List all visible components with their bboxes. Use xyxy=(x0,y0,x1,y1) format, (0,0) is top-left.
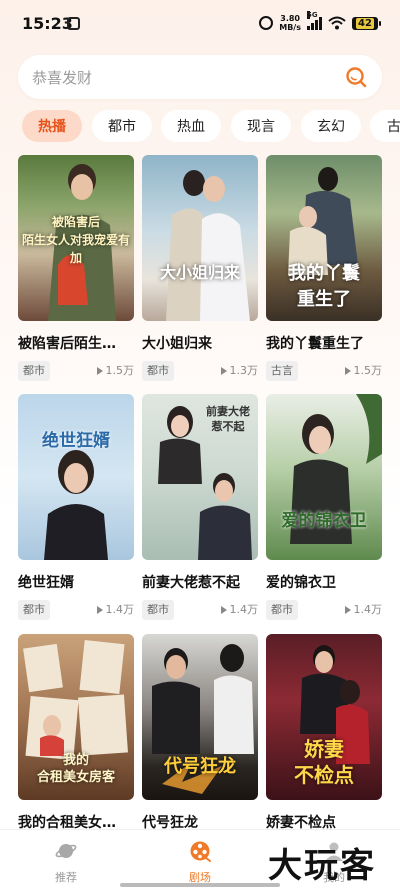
poster-title: 娇妻 不检点 xyxy=(294,737,354,787)
nav-label: 推荐 xyxy=(55,871,77,884)
play-icon xyxy=(344,606,351,614)
poster-title: 大小姐归来 xyxy=(159,263,240,282)
play-count: 1.5万 xyxy=(96,361,135,381)
genre-tag: 古言 xyxy=(266,361,298,381)
drama-poster[interactable]: 爱的锦衣卫 xyxy=(266,394,382,560)
tab-category-fantasy[interactable]: 玄幻 xyxy=(301,110,361,142)
drama-title[interactable]: 我的丫鬟重生了 xyxy=(266,333,382,353)
play-count-value: 1.4万 xyxy=(229,603,259,616)
drama-poster[interactable]: 绝世狂婿 xyxy=(18,394,134,560)
play-count: 1.5万 xyxy=(344,361,383,381)
drama-poster[interactable]: 前妻大佬 惹不起 xyxy=(142,394,258,560)
drama-poster[interactable]: 大小姐归来 xyxy=(142,155,258,321)
cellular-signal-icon: 5G xyxy=(307,11,322,30)
planet-icon xyxy=(55,844,77,858)
tab-category-city[interactable]: 都市 xyxy=(92,110,152,142)
battery-level: 42 xyxy=(356,17,374,29)
play-count: 1.4万 xyxy=(220,600,259,620)
tab-category-hot[interactable]: 热播 xyxy=(22,110,82,142)
tab-category-romance[interactable]: 现言 xyxy=(231,110,291,142)
genre-tag: 都市 xyxy=(18,361,50,381)
play-count-value: 1.3万 xyxy=(229,364,259,377)
drama-title[interactable]: 前妻大佬惹不起 xyxy=(142,572,258,592)
poster-title: 前妻大佬 惹不起 xyxy=(206,405,250,433)
poster-figure xyxy=(166,170,250,321)
play-count: 1.4万 xyxy=(96,600,135,620)
play-icon xyxy=(96,367,103,375)
drama-poster[interactable]: 我的 合租美女房客 xyxy=(18,634,134,800)
play-count-value: 1.4万 xyxy=(105,603,135,616)
watermark: 大玩客 xyxy=(268,846,376,886)
drama-title[interactable]: 绝世狂婿 xyxy=(18,572,134,592)
play-count-value: 1.4万 xyxy=(353,603,383,616)
battery-icon: 42 xyxy=(352,16,381,30)
play-count-value: 1.5万 xyxy=(353,364,383,377)
poster-figure xyxy=(44,450,108,560)
genre-tag: 都市 xyxy=(142,361,174,381)
genre-tag: 都市 xyxy=(266,600,298,620)
nav-recommend[interactable]: 推荐 xyxy=(26,840,106,885)
poster-title: 我的 合租美女房客 xyxy=(36,753,115,785)
tab-category-ancient[interactable]: 古 xyxy=(370,110,400,142)
home-indicator[interactable] xyxy=(120,883,280,887)
search-bar[interactable]: 恭喜发财 xyxy=(18,55,382,99)
poster-title: 爱的锦衣卫 xyxy=(281,511,367,531)
play-icon xyxy=(220,606,227,614)
drama-title[interactable]: 爱的锦衣卫 xyxy=(266,572,382,592)
drama-poster[interactable]: 代号狂龙 xyxy=(142,634,258,800)
status-time: 15:23 xyxy=(22,14,73,33)
play-count-value: 1.5万 xyxy=(105,364,135,377)
drama-title[interactable]: 被陷害后陌生… xyxy=(18,333,134,353)
drama-title[interactable]: 大小姐归来 xyxy=(142,333,258,353)
drama-poster[interactable]: 我的丫鬟 重生了 xyxy=(266,155,382,321)
drama-poster[interactable]: 娇妻 不检点 xyxy=(266,634,382,800)
category-tabs: 热播 都市 热血 现言 玄幻 古 xyxy=(0,110,400,144)
status-bar: 15:23 3.80 MB/s 5G 42 xyxy=(0,0,400,46)
play-count: 1.3万 xyxy=(220,361,259,381)
drama-poster[interactable]: 被陷害后 陌生女人对我宠爱有加 xyxy=(18,155,134,321)
poster-title: 我的丫鬟 重生了 xyxy=(288,263,360,310)
genre-tag: 都市 xyxy=(142,600,174,620)
wifi-icon xyxy=(328,16,346,30)
film-reel-icon xyxy=(190,841,211,862)
notification-app-icon xyxy=(67,17,80,30)
tab-category-action[interactable]: 热血 xyxy=(161,110,221,142)
alarm-clock-icon xyxy=(259,16,274,30)
play-icon xyxy=(220,367,227,375)
poster-title: 代号狂龙 xyxy=(164,756,236,777)
play-icon xyxy=(344,367,351,375)
poster-figure xyxy=(290,394,382,544)
play-count: 1.4万 xyxy=(344,600,383,620)
search-input[interactable]: 恭喜发财 xyxy=(32,67,92,88)
status-indicators: 3.80 MB/s 5G 42 xyxy=(259,11,381,33)
network-speed-value: 3.80 xyxy=(280,14,300,23)
network-speed: 3.80 MB/s xyxy=(279,14,301,32)
play-icon xyxy=(96,606,103,614)
poster-title: 被陷害后 陌生女人对我宠爱有加 xyxy=(22,215,131,265)
poster-title: 绝世狂婿 xyxy=(42,431,110,451)
network-speed-unit: MB/s xyxy=(279,23,301,32)
genre-tag: 都市 xyxy=(18,600,50,620)
signal-5g-label: 5G xyxy=(307,11,318,19)
search-icon[interactable] xyxy=(344,65,368,89)
nav-theater[interactable]: 剧场 xyxy=(160,840,240,885)
